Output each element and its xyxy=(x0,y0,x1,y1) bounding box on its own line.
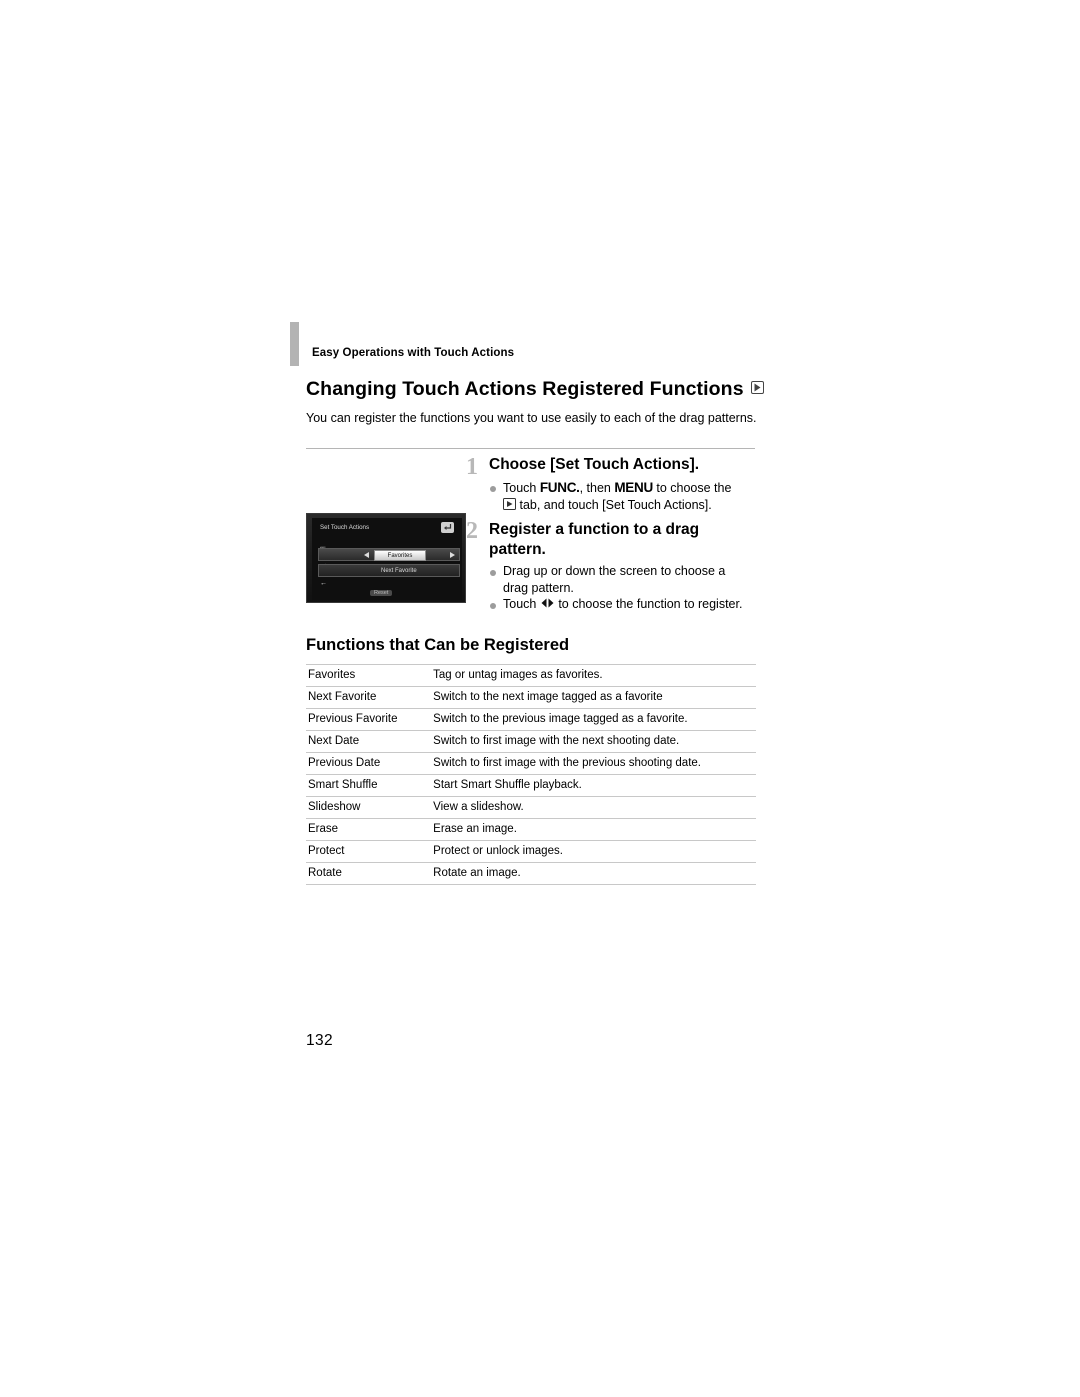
bullet-dot-icon xyxy=(490,570,496,576)
step-2-number: 2 xyxy=(466,518,478,544)
camera-screen-illustration: Set Touch Actions ⇱ Favorites ⇲ Next Fav… xyxy=(306,513,466,603)
camera-screen-title: Set Touch Actions xyxy=(320,524,370,531)
function-name: Rotate xyxy=(306,862,432,885)
function-name: Protect xyxy=(306,840,432,863)
document-page: Easy Operations with Touch Actions Chang… xyxy=(0,0,1080,1397)
function-name: Previous Date xyxy=(306,752,432,775)
drag-left-gesture-icon: ← xyxy=(320,580,327,587)
camera-row-1-value: Favorites xyxy=(374,550,426,561)
step-2-bullet-2: Touch to choose the function to register… xyxy=(503,596,753,613)
arrow-box-icon xyxy=(750,381,764,394)
step-2-heading: Register a function to a drag pattern. xyxy=(489,521,700,558)
function-desc: Start Smart Shuffle playback. xyxy=(431,774,756,797)
intro-paragraph: You can register the functions you want … xyxy=(306,411,757,425)
page-title: Changing Touch Actions Registered Functi… xyxy=(306,378,764,401)
subsection-heading: Functions that Can be Registered xyxy=(306,636,570,654)
left-right-arrows-icon xyxy=(540,597,555,609)
table-row: Smart Shuffle Start Smart Shuffle playbac… xyxy=(306,774,756,797)
functions-table: Favorites Tag or untag images as favorite… xyxy=(306,664,756,885)
table-row: Erase Erase an image. xyxy=(306,818,756,841)
func-button-label: FUNC. xyxy=(539,480,580,495)
camera-row-2-value: Next Favorite xyxy=(381,568,417,574)
function-desc: Erase an image. xyxy=(431,818,756,841)
table-row: Protect Protect or unlock images. xyxy=(306,840,756,863)
table-row: Previous Date Switch to first image with … xyxy=(306,752,756,775)
function-name: Previous Favorite xyxy=(306,708,432,731)
step-1-heading: Choose [Set Touch Actions]. xyxy=(489,456,700,473)
page-title-text: Changing Touch Actions Registered Functi… xyxy=(306,378,744,400)
return-arrow-icon xyxy=(441,522,454,533)
function-name: Slideshow xyxy=(306,796,432,819)
camera-row-2: Next Favorite xyxy=(318,564,460,577)
step-1-bullet-1-post: to choose the xyxy=(652,481,732,495)
step-1-bullet-1: Touch FUNC., then MENU to choose the tab… xyxy=(503,479,763,514)
function-desc: Switch to first image with the next shoo… xyxy=(431,730,756,753)
step-2-bullet-2-post: to choose the function to register. xyxy=(554,597,743,611)
divider-under-intro xyxy=(306,448,755,449)
page-number: 132 xyxy=(306,1032,334,1049)
function-desc: Tag or untag images as favorites. xyxy=(431,664,756,687)
left-arrow-icon xyxy=(364,552,369,558)
right-arrow-icon xyxy=(450,552,455,558)
table-row: Favorites Tag or untag images as favorite… xyxy=(306,664,756,687)
step-1-bullet-1-mid: , then xyxy=(579,481,615,495)
function-desc: Switch to first image with the previous … xyxy=(431,752,756,775)
function-name: Next Date xyxy=(306,730,432,753)
table-row: Slideshow View a slideshow. xyxy=(306,796,756,819)
function-desc: Protect or unlock images. xyxy=(431,840,756,863)
function-name: Next Favorite xyxy=(306,686,432,709)
function-desc: Switch to the previous image tagged as a… xyxy=(431,708,756,731)
table-row: Previous Favorite Switch to the previous … xyxy=(306,708,756,731)
running-head-accent-bar xyxy=(290,322,299,366)
step-1-bullet-1-line2: tab, and touch [Set Touch Actions]. xyxy=(516,498,712,512)
table-row: Next Date Switch to first image with the … xyxy=(306,730,756,753)
function-name: Favorites xyxy=(306,664,432,687)
menu-button-label: MENU xyxy=(614,480,653,495)
camera-footer-hint: Reset xyxy=(370,590,393,596)
function-name: Smart Shuffle xyxy=(306,774,432,797)
function-name: Erase xyxy=(306,818,432,841)
playback-tab-icon xyxy=(503,498,516,510)
function-desc: Switch to the next image tagged as a fav… xyxy=(431,686,756,709)
step-2-bullet-1: Drag up or down the screen to choose a d… xyxy=(503,564,726,595)
table-row: Next Favorite Switch to the next image ta… xyxy=(306,686,756,709)
running-head-row: Easy Operations with Touch Actions xyxy=(290,322,760,366)
step-1-bullet-1-pre: Touch xyxy=(503,481,540,495)
bullet-dot-icon xyxy=(490,486,496,492)
running-head-label: Easy Operations with Touch Actions xyxy=(312,347,515,359)
function-desc: View a slideshow. xyxy=(431,796,756,819)
camera-row-1: Favorites xyxy=(318,548,460,561)
function-desc: Rotate an image. xyxy=(431,862,756,885)
step-1-number: 1 xyxy=(466,454,478,480)
table-row: Rotate Rotate an image. xyxy=(306,862,756,885)
step-2-bullet-2-pre: Touch xyxy=(503,597,540,611)
bullet-dot-icon xyxy=(490,603,496,609)
camera-screen-inner: Set Touch Actions ⇱ Favorites ⇲ Next Fav… xyxy=(312,518,462,600)
